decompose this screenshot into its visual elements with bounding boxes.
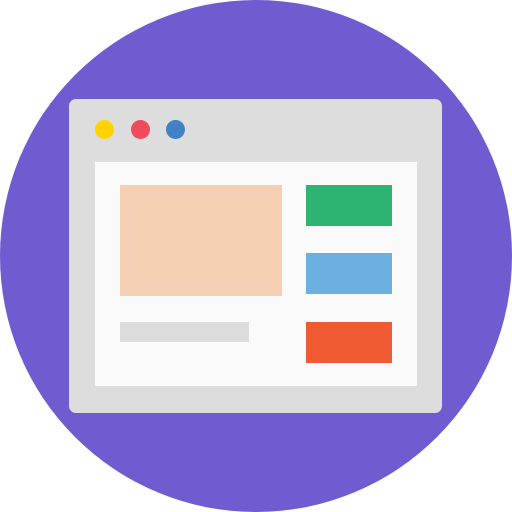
browser-window-illustration (0, 0, 512, 512)
window-dot-yellow (95, 120, 114, 139)
blue-button-block (306, 253, 392, 294)
green-button-block (306, 185, 392, 226)
orange-button-block (306, 322, 392, 363)
text-placeholder-line (120, 322, 249, 342)
image-placeholder-block (120, 185, 282, 296)
window-dot-red (131, 120, 150, 139)
window-dot-blue (166, 120, 185, 139)
